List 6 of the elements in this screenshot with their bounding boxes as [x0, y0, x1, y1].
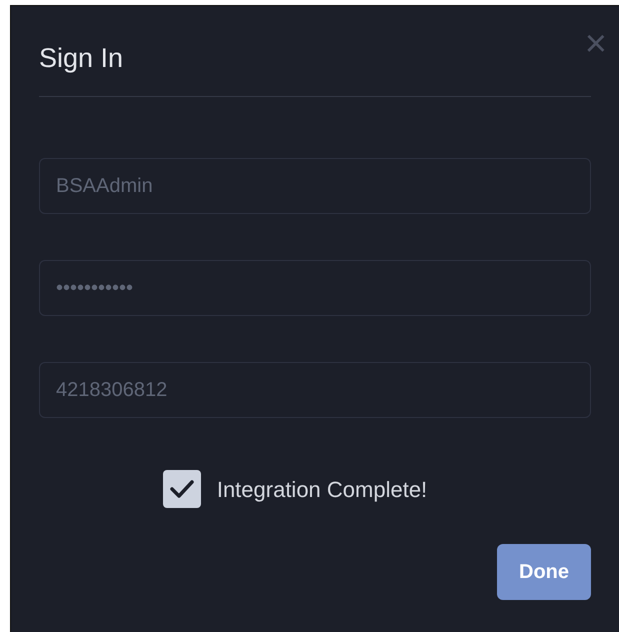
checkmark-icon [168, 478, 195, 500]
checkbox-label: Integration Complete! [216, 476, 428, 504]
close-button[interactable]: × [584, 24, 607, 64]
dialog-title: Sign In [39, 42, 124, 75]
checkbox[interactable] [162, 470, 201, 508]
done-button[interactable]: Done [497, 544, 591, 600]
